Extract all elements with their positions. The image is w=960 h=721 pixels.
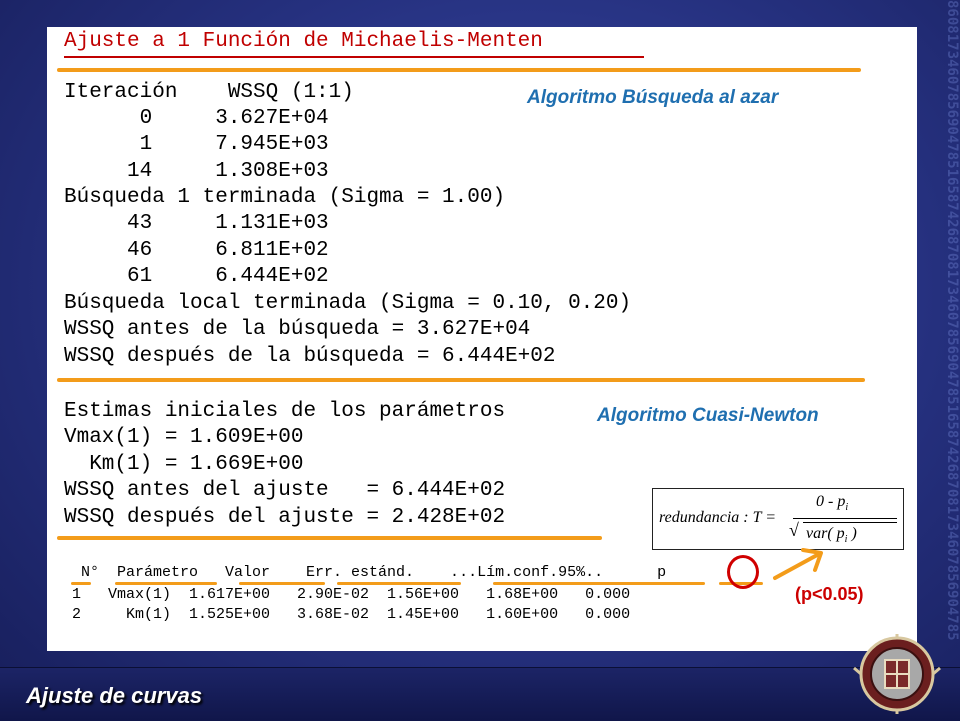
divider-bottom xyxy=(57,536,602,540)
iteration-row: 1 7.945E+03 xyxy=(64,133,329,156)
title-underline xyxy=(64,56,644,58)
initial-estimates-header: Estimas iniciales de los parámetros xyxy=(64,400,506,423)
formula-numerator: 0 - pi xyxy=(816,493,849,514)
iteration-row: 14 1.308E+03 xyxy=(64,160,329,183)
iteration-header: Iteración WSSQ (1:1) xyxy=(64,81,354,104)
arrow-icon xyxy=(773,548,823,580)
iteration-row: 46 6.811E+02 xyxy=(64,239,329,262)
output-panel: Ajuste a 1 Función de Michaelis-Menten I… xyxy=(47,27,917,651)
results-table-header: N° Parámetro Valor Err. estánd. ...Lím.c… xyxy=(72,564,667,581)
formula-denominator: var( pi ) xyxy=(806,525,857,546)
divider-middle xyxy=(57,378,865,382)
p-note: (p<0.05) xyxy=(795,584,864,604)
panel-title: Ajuste a 1 Función de Michaelis-Menten xyxy=(64,30,543,53)
results-row: 2 Km(1) 1.525E+00 3.68E-02 1.45E+00 1.60… xyxy=(72,606,631,623)
p-highlight-circle xyxy=(727,555,759,589)
sqrt-bar xyxy=(803,522,897,523)
university-seal-icon xyxy=(853,634,941,714)
label-random-search: Algoritmo Búsqueda al azar xyxy=(527,87,779,108)
wssq-after-search: WSSQ después de la búsqueda = 6.444E+02 xyxy=(64,345,556,368)
formula-lhs: redundancia : T = xyxy=(659,509,777,526)
results-row: 1 Vmax(1) 1.617E+00 2.90E-02 1.56E+00 1.… xyxy=(72,586,631,603)
sqrt-icon: √ xyxy=(789,520,799,540)
divider-top xyxy=(57,68,861,72)
redundancy-formula: redundancia : T = 0 - pi √ var( pi ) xyxy=(652,488,904,550)
wssq-after-fit: WSSQ después del ajuste = 2.428E+02 xyxy=(64,506,506,529)
wssq-before-search: WSSQ antes de la búsqueda = 3.627E+04 xyxy=(64,318,531,341)
search-status: Búsqueda 1 terminada (Sigma = 1.00) xyxy=(64,186,506,209)
iteration-row: 43 1.131E+03 xyxy=(64,212,329,235)
label-quasi-newton: Algoritmo Cuasi-Newton xyxy=(597,405,819,426)
km-initial: Km(1) = 1.669E+00 xyxy=(64,453,304,476)
fraction-bar xyxy=(793,518,897,519)
wssq-before-fit: WSSQ antes del ajuste = 6.444E+02 xyxy=(64,479,506,502)
iteration-row: 61 6.444E+02 xyxy=(64,265,329,288)
footer-title: Ajuste de curvas xyxy=(26,683,203,708)
iteration-row: 0 3.627E+04 xyxy=(64,107,329,130)
local-search-status: Búsqueda local terminada (Sigma = 0.10, … xyxy=(64,292,632,315)
vmax-initial: Vmax(1) = 1.609E+00 xyxy=(64,426,304,449)
